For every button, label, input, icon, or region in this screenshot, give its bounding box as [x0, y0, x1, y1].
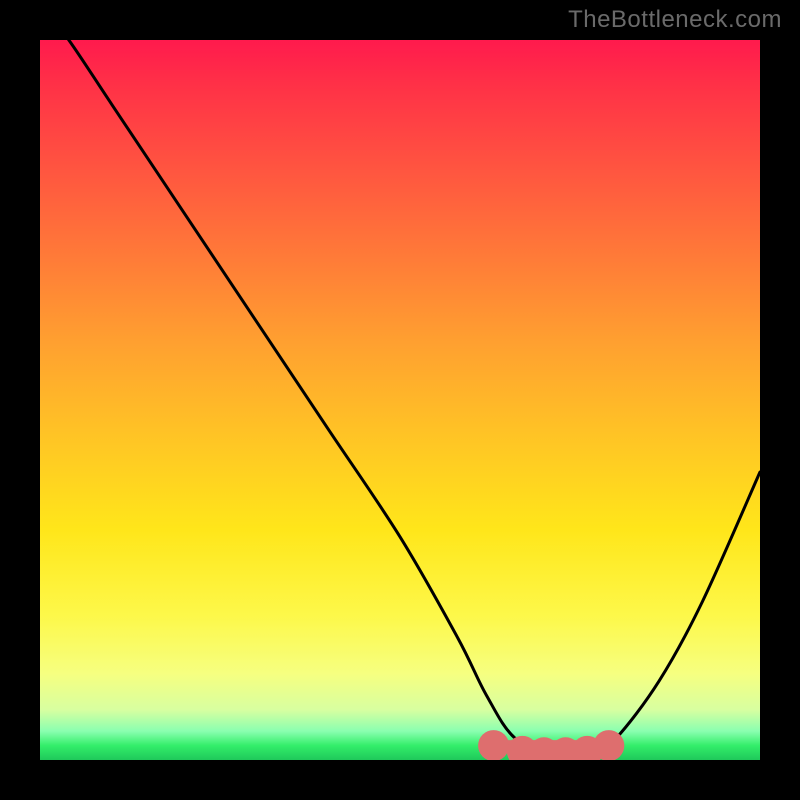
marker-dots: [478, 730, 624, 760]
curve-layer: [40, 40, 760, 760]
watermark-text: TheBottleneck.com: [568, 6, 782, 34]
bottleneck-curve: [40, 40, 760, 760]
marker-dot: [478, 730, 509, 760]
plot-area: [40, 40, 760, 760]
chart-frame: TheBottleneck.com: [0, 0, 800, 800]
marker-dot: [593, 730, 624, 760]
